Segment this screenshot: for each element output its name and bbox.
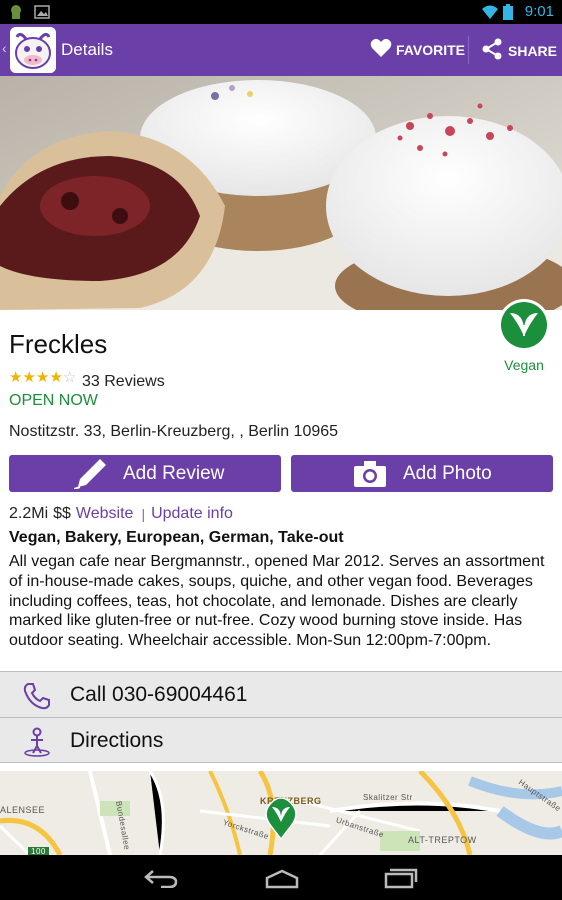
pen-icon <box>73 458 107 489</box>
vegan-badge <box>498 299 550 351</box>
star-filled-icon: ★ <box>22 369 36 386</box>
status-bar: 9:01 <box>0 0 562 24</box>
star-filled-icon: ★ <box>35 369 50 386</box>
app-logo[interactable] <box>10 27 56 73</box>
link-divider: | <box>141 506 146 522</box>
home-nav-icon[interactable] <box>264 869 300 894</box>
open-status: OPEN NOW <box>9 392 98 409</box>
up-navigation[interactable]: ‹ <box>2 40 7 56</box>
address[interactable]: Nostitzstr. 33, Berlin-Kreuzberg, , Berl… <box>9 423 338 441</box>
share-icon <box>481 38 503 63</box>
system-nav-bar <box>0 855 562 900</box>
location-map[interactable]: KREUZBERG ALENSEE ALT-TREPTOW Skalitzer … <box>0 771 562 855</box>
back-nav-icon[interactable] <box>143 868 179 893</box>
image-icon <box>34 4 50 20</box>
person-icon <box>22 727 52 757</box>
action-divider <box>468 36 469 64</box>
review-count[interactable]: 33 Reviews <box>82 373 165 391</box>
map-label-alt-treptow: ALT-TREPTOW <box>408 835 477 845</box>
android-icon <box>8 4 24 20</box>
star-filled-icon: ★ <box>49 369 63 386</box>
battery-icon <box>502 3 519 20</box>
price-level: $$ <box>53 505 71 522</box>
action-bar: ‹ Details FAVORITE SHARE <box>0 24 562 76</box>
call-label: Call 030-69004461 <box>70 683 248 706</box>
map-pin-icon[interactable] <box>263 797 299 845</box>
vegan-label: Vegan <box>504 357 544 373</box>
update-info-link[interactable]: Update info <box>151 505 233 523</box>
page-title: Details <box>61 40 113 59</box>
favorite-button[interactable]: FAVORITE <box>370 38 465 61</box>
meta-row: 2.2Mi $$ Website | Update info <box>9 505 233 523</box>
restaurant-photo[interactable] <box>0 76 562 310</box>
heart-icon <box>370 38 392 61</box>
categories: Vegan, Bakery, European, German, Take-ou… <box>9 529 344 546</box>
map-label-a100: 100 <box>28 847 49 855</box>
camera-icon <box>353 459 387 489</box>
website-link[interactable]: Website <box>76 505 134 523</box>
share-label: SHARE <box>508 42 558 59</box>
add-review-label: Add Review <box>123 462 225 484</box>
star-filled-icon: ★ <box>9 369 23 386</box>
restaurant-name: Freckles <box>9 329 108 359</box>
description: All vegan cafe near Bergmannstr., opened… <box>9 553 545 650</box>
recents-nav-icon[interactable] <box>382 867 418 894</box>
call-row[interactable]: Call 030-69004461 <box>0 671 562 717</box>
directions-row[interactable]: Directions <box>0 717 562 763</box>
clock: 9:01 <box>524 3 554 20</box>
leaf-icon <box>508 309 540 342</box>
favorite-label: FAVORITE <box>396 41 465 58</box>
wifi-icon <box>481 4 498 20</box>
share-button[interactable]: SHARE <box>481 38 557 63</box>
map-label-halensee: ALENSEE <box>0 805 46 815</box>
add-review-button[interactable]: Add Review <box>9 455 281 492</box>
rating-stars[interactable]: ★ ★ ★ ★ ☆ <box>9 370 76 385</box>
distance: 2.2Mi <box>9 505 49 522</box>
star-empty-icon: ☆ <box>62 369 77 386</box>
directions-label: Directions <box>70 729 164 752</box>
add-photo-button[interactable]: Add Photo <box>291 455 553 492</box>
map-label-skalitzer: Skalitzer Str <box>363 793 413 802</box>
add-photo-label: Add Photo <box>403 462 492 484</box>
phone-icon <box>22 681 52 711</box>
